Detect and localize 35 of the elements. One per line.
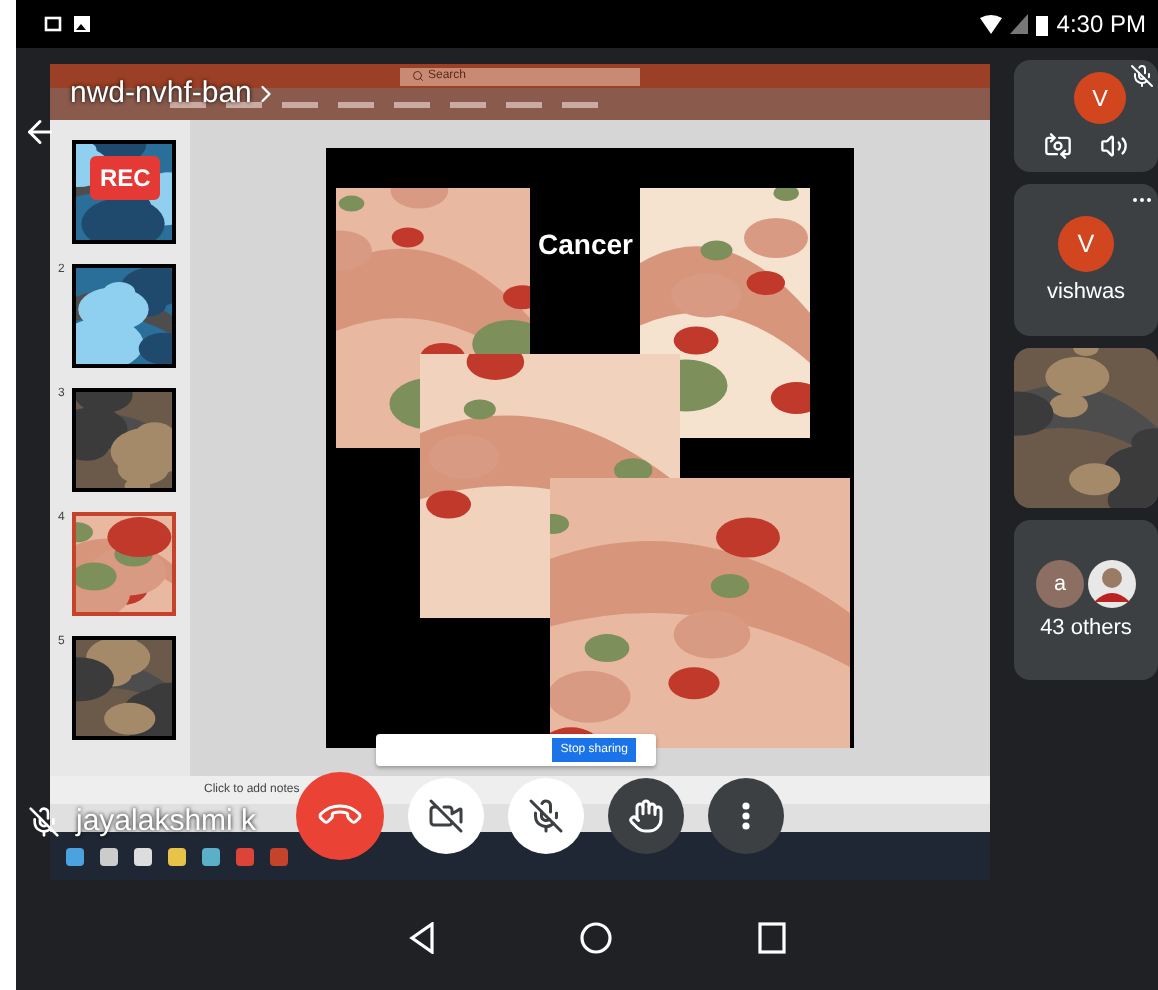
battery-icon xyxy=(1036,13,1049,35)
home-nav-icon[interactable] xyxy=(580,922,613,954)
hand-icon xyxy=(628,798,664,834)
speaker-icon xyxy=(1100,132,1128,160)
participant-name: vishwas xyxy=(1046,280,1126,304)
slide-thumbnail[interactable] xyxy=(72,264,176,368)
participant-count: 43 others xyxy=(1040,616,1132,640)
presenter-name: jayalakshmi k xyxy=(76,804,257,838)
microphone-off-icon xyxy=(28,805,60,837)
clock-time: 4:30 PM xyxy=(1056,10,1146,38)
switch-camera-icon xyxy=(1044,132,1072,160)
slide-thumbnail[interactable] xyxy=(72,388,176,492)
participant-tile[interactable]: V vishwas xyxy=(1014,184,1158,336)
slide-title: Cancer xyxy=(538,228,633,260)
back-nav-icon[interactable] xyxy=(408,922,437,954)
signal-icon xyxy=(1010,14,1029,34)
avatar: V xyxy=(1074,72,1126,124)
avatar: V xyxy=(1058,216,1114,272)
others-tile[interactable]: a 43 others xyxy=(1014,520,1158,680)
search-icon xyxy=(412,70,424,82)
self-tile[interactable]: V xyxy=(1014,60,1158,172)
recording-badge: REC xyxy=(90,156,161,200)
recents-nav-icon[interactable] xyxy=(757,922,786,954)
meeting-code: nwd-nvhf-ban xyxy=(70,76,252,110)
microphone-off-icon xyxy=(528,798,564,834)
wifi-icon xyxy=(980,14,1003,34)
slide-thumbnail[interactable] xyxy=(72,512,176,616)
back-button[interactable] xyxy=(22,114,58,150)
avatar-icon xyxy=(1088,560,1136,608)
image-icon xyxy=(72,14,92,34)
slide-thumbnail[interactable] xyxy=(72,636,176,740)
microphone-off-icon xyxy=(1130,64,1154,88)
avatar: a xyxy=(1036,560,1084,608)
camera-off-icon xyxy=(428,798,464,834)
more-icon xyxy=(742,802,750,830)
